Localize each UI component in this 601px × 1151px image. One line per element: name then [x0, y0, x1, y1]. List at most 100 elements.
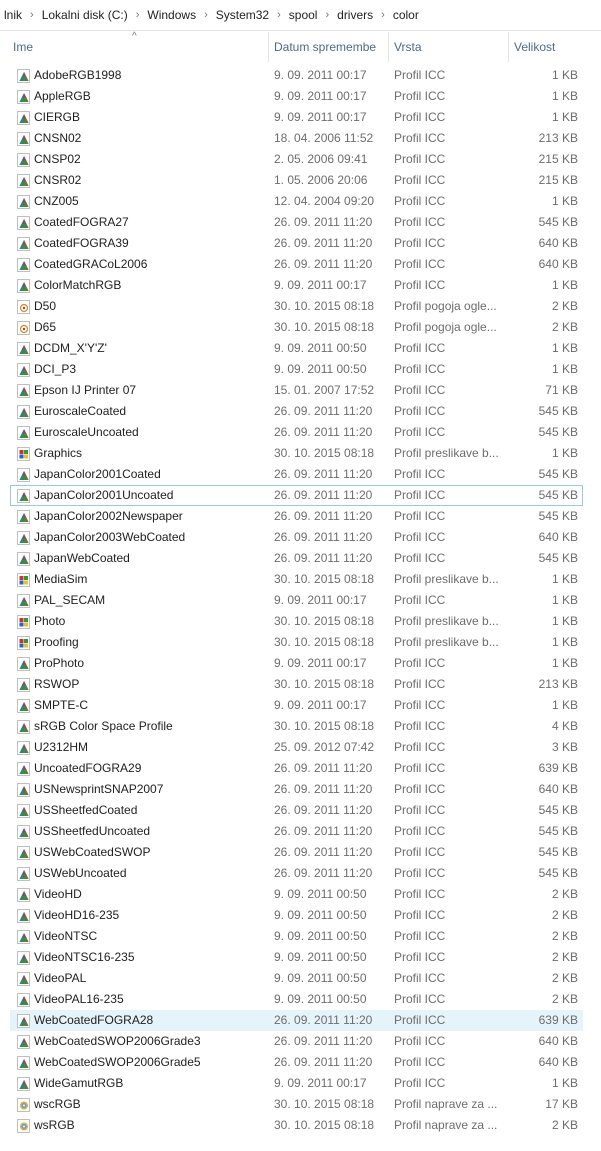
file-row[interactable]: VideoHD16-235 9. 09. 2011 00:50 Profil ICC…: [10, 905, 583, 926]
file-row[interactable]: CNSR02 1. 05. 2006 20:06 Profil ICC 215 KB: [10, 170, 583, 191]
file-row[interactable]: ProPhoto 9. 09. 2011 00:17 Profil ICC 1 KB: [10, 653, 583, 674]
file-row[interactable]: USWebUncoated 26. 09. 2011 11:20 Profil IC…: [10, 863, 583, 884]
file-row[interactable]: CoatedGRACoL2006 26. 09. 2011 11:20 Profil…: [10, 254, 583, 275]
file-row[interactable]: JapanColor2003WebCoated 26. 09. 2011 11:2…: [10, 527, 583, 548]
file-row[interactable]: WideGamutRGB 9. 09. 2011 00:17 Profil ICC 1…: [10, 1073, 583, 1094]
file-size: 640 KB: [538, 1055, 578, 1069]
file-size: 1 KB: [551, 572, 578, 586]
file-row[interactable]: U2312HM 25. 09. 2012 07:42 Profil ICC 3 KB: [10, 737, 583, 758]
file-row[interactable]: Photo 30. 10. 2015 08:18 Profil preslikave…: [10, 611, 583, 632]
file-date: 9. 09. 2011 00:50: [274, 992, 367, 1006]
file-row[interactable]: CoatedFOGRA39 26. 09. 2011 11:20 Profil IC…: [10, 233, 583, 254]
file-row[interactable]: Proofing 30. 10. 2015 08:18 Profil preslik…: [10, 632, 583, 653]
file-row[interactable]: USSheetfedUncoated 26. 09. 2011 11:20 Prof…: [10, 821, 583, 842]
file-name: WebCoatedFOGRA28: [34, 1013, 154, 1027]
file-row[interactable]: WebCoatedSWOP2006Grade3 26. 09. 2011 11:2…: [10, 1031, 583, 1052]
file-row[interactable]: JapanWebCoated 26. 09. 2011 11:20 Profil I…: [10, 548, 583, 569]
breadcrumb-item[interactable]: Windows: [143, 8, 200, 22]
file-row[interactable]: UncoatedFOGRA29 26. 09. 2011 11:20 Profil …: [10, 758, 583, 779]
file-name: USSheetfedCoated: [34, 803, 138, 817]
breadcrumb-separator-icon[interactable]: ›: [200, 9, 212, 21]
icc-profile-icon: [17, 489, 30, 503]
file-row[interactable]: JapanColor2001Coated 26. 09. 2011 11:20 Pr…: [10, 464, 583, 485]
file-row[interactable]: wscRGB 30. 10. 2015 08:18 Profil naprave z…: [10, 1094, 583, 1115]
file-row[interactable]: Graphics 30. 10. 2015 08:18 Profil preslik…: [10, 443, 583, 464]
file-row[interactable]: USWebCoatedSWOP 26. 09. 2011 11:20 Profil …: [10, 842, 583, 863]
file-row[interactable]: ColorMatchRGB 9. 09. 2011 00:17 Profil ICC…: [10, 275, 583, 296]
column-divider[interactable]: [388, 32, 389, 62]
breadcrumb-item[interactable]: drivers: [333, 8, 377, 22]
file-row[interactable]: DCI_P3 9. 09. 2011 00:50 Profil ICC 1 KB: [10, 359, 583, 380]
breadcrumb-item[interactable]: System32: [212, 8, 273, 22]
file-date: 26. 09. 2011 11:20: [274, 1055, 373, 1069]
file-row[interactable]: WebCoatedFOGRA28 26. 09. 2011 11:20 Profil…: [10, 1010, 583, 1031]
file-row[interactable]: MediaSim 30. 10. 2015 08:18 Profil preslik…: [10, 569, 583, 590]
file-row[interactable]: D65 30. 10. 2015 08:18 Profil pogoja ogle.…: [10, 317, 583, 338]
file-type: Profil ICC: [394, 341, 446, 355]
column-header-date[interactable]: Datum spremembe: [274, 30, 376, 64]
file-row[interactable]: JapanColor2002Newspaper 26. 09. 2011 11:2…: [10, 506, 583, 527]
column-divider[interactable]: [508, 32, 509, 62]
file-date: 26. 09. 2011 11:20: [274, 530, 373, 544]
file-row[interactable]: VideoNTSC16-235 9. 09. 2011 00:50 Profil I…: [10, 947, 583, 968]
file-size: 1 KB: [551, 635, 578, 649]
file-row[interactable]: CNZ005 12. 04. 2004 09:20 Profil ICC 1 KB: [10, 191, 583, 212]
breadcrumb-separator-icon[interactable]: ›: [321, 9, 333, 21]
address-bar[interactable]: lnik › Lokalni disk (C:) › Windows › System32 ›…: [0, 0, 601, 31]
file-row[interactable]: RSWOP 30. 10. 2015 08:18 Profil ICC 213 KB: [10, 674, 583, 695]
file-type: Profil ICC: [394, 236, 446, 250]
file-row[interactable]: JapanColor2001Uncoated 26. 09. 2011 11:20…: [10, 485, 583, 506]
breadcrumb-item[interactable]: lnik: [0, 8, 26, 22]
breadcrumb-separator-icon[interactable]: ›: [26, 9, 38, 21]
breadcrumb-separator-icon[interactable]: ›: [377, 9, 389, 21]
file-row[interactable]: CNSP02 2. 05. 2006 09:41 Profil ICC 215 KB: [10, 149, 583, 170]
icc-profile-icon: [17, 741, 30, 755]
file-size: 639 KB: [538, 1013, 578, 1027]
file-row[interactable]: wsRGB 30. 10. 2015 08:18 Profil naprave za…: [10, 1115, 583, 1136]
file-row[interactable]: DCDM_X'Y'Z' 9. 09. 2011 00:50 Profil ICC 1 …: [10, 338, 583, 359]
file-type: Profil ICC: [394, 950, 446, 964]
file-row[interactable]: sRGB Color Space Profile 30. 10. 2015 08:…: [10, 716, 583, 737]
file-row[interactable]: CNSN02 18. 04. 2006 11:52 Profil ICC 213 KB: [10, 128, 583, 149]
file-name: DCI_P3: [34, 362, 77, 376]
column-divider[interactable]: [268, 32, 269, 62]
column-header-name[interactable]: Ime: [13, 30, 33, 64]
file-row[interactable]: PAL_SECAM 9. 09. 2011 00:17 Profil ICC 1 KB: [10, 590, 583, 611]
file-date: 9. 09. 2011 00:50: [274, 950, 367, 964]
file-row[interactable]: VideoPAL16-235 9. 09. 2011 00:50 Profil IC…: [10, 989, 583, 1010]
column-header-size[interactable]: Velikost: [514, 30, 555, 64]
file-name: PAL_SECAM: [34, 593, 106, 607]
file-name: ProPhoto: [34, 656, 85, 670]
device-model-icon: [17, 1119, 30, 1133]
file-name: AdobeRGB1998: [34, 68, 122, 82]
file-size: 639 KB: [538, 761, 578, 775]
file-row[interactable]: EuroscaleCoated 26. 09. 2011 11:20 Profil …: [10, 401, 583, 422]
file-row[interactable]: AppleRGB 9. 09. 2011 00:17 Profil ICC 1 KB: [10, 86, 583, 107]
file-row[interactable]: EuroscaleUncoated 26. 09. 2011 11:20 Profi…: [10, 422, 583, 443]
breadcrumb-item[interactable]: Lokalni disk (C:): [38, 8, 132, 22]
file-row[interactable]: CoatedFOGRA27 26. 09. 2011 11:20 Profil IC…: [10, 212, 583, 233]
file-row[interactable]: AdobeRGB1998 9. 09. 2011 00:17 Profil ICC 1…: [10, 65, 583, 86]
file-row[interactable]: VideoNTSC 9. 09. 2011 00:50 Profil ICC 2 KB: [10, 926, 583, 947]
file-row[interactable]: USSheetfedCoated 26. 09. 2011 11:20 Profil…: [10, 800, 583, 821]
file-row[interactable]: USNewsprintSNAP2007 26. 09. 2011 11:20 Pro…: [10, 779, 583, 800]
file-date: 26. 09. 2011 11:20: [274, 509, 373, 523]
icc-profile-icon: [17, 174, 30, 188]
breadcrumb-item[interactable]: color: [389, 8, 423, 22]
file-row[interactable]: SMPTE-C 9. 09. 2011 00:17 Profil ICC 1 KB: [10, 695, 583, 716]
file-row[interactable]: VideoHD 9. 09. 2011 00:50 Profil ICC 2 KB: [10, 884, 583, 905]
file-row[interactable]: WebCoatedSWOP2006Grade5 26. 09. 2011 11:2…: [10, 1052, 583, 1073]
breadcrumb-separator-icon[interactable]: ›: [273, 9, 285, 21]
breadcrumb-item[interactable]: spool: [285, 8, 322, 22]
column-header-type[interactable]: Vrsta: [394, 30, 422, 64]
file-row[interactable]: VideoPAL 9. 09. 2011 00:50 Profil ICC 2 KB: [10, 968, 583, 989]
file-row[interactable]: Epson IJ Printer 07 15. 01. 2007 17:52 Pro…: [10, 380, 583, 401]
file-date: 30. 10. 2015 08:18: [274, 572, 375, 586]
file-name: CIERGB: [34, 110, 81, 124]
file-date: 9. 09. 2011 00:17: [274, 656, 367, 670]
breadcrumb-separator-icon[interactable]: ›: [132, 9, 144, 21]
file-size: 2 KB: [551, 887, 578, 901]
file-row[interactable]: D50 30. 10. 2015 08:18 Profil pogoja ogle.…: [10, 296, 583, 317]
sort-ascending-icon: ^: [132, 31, 137, 42]
file-row[interactable]: CIERGB 9. 09. 2011 00:17 Profil ICC 1 KB: [10, 107, 583, 128]
